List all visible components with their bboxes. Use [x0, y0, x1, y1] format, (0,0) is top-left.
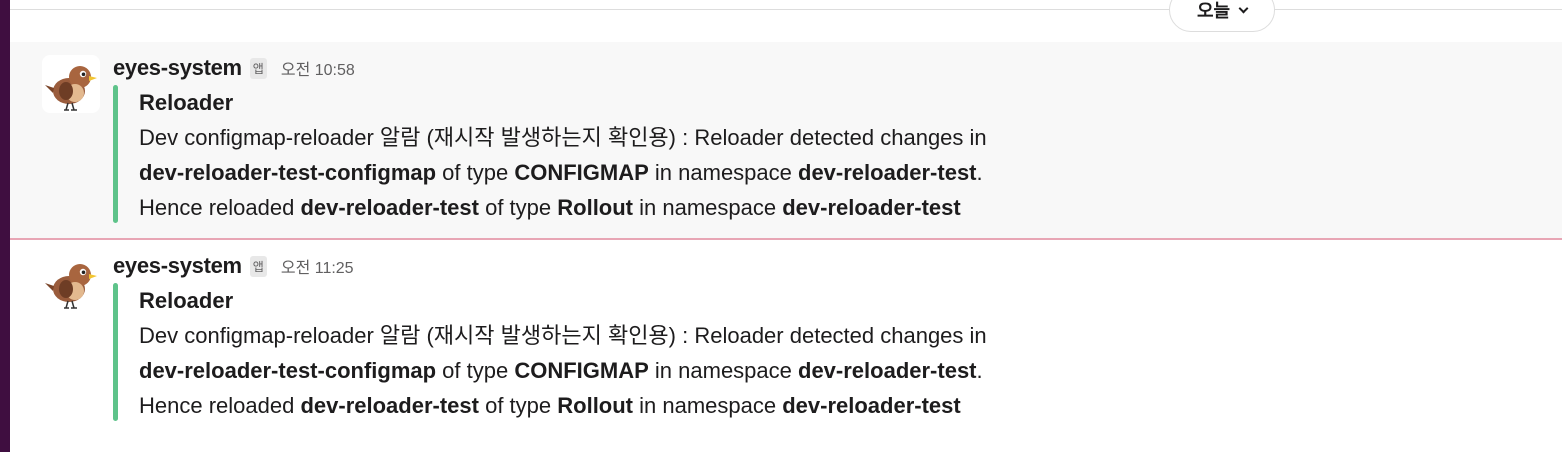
app-badge: 앱: [249, 255, 267, 277]
text-hence: Hence reloaded: [139, 393, 301, 418]
text-in-namespace: in namespace: [648, 160, 798, 185]
text-of-type: of type: [478, 393, 558, 418]
namespace-name: dev-reloader-test: [798, 358, 977, 383]
resource-type: CONFIGMAP: [514, 358, 649, 383]
text-in-namespace: in namespace: [633, 393, 783, 418]
target-type: Rollout: [557, 393, 634, 418]
attachment-color-bar: [113, 85, 118, 223]
text-period: .: [976, 160, 983, 185]
avatar[interactable]: [42, 55, 100, 113]
attachment-title: Reloader: [139, 90, 234, 115]
date-divider: 오늘: [10, 0, 1562, 32]
attachment-line-3: Hence reloaded dev-reloader-test of type…: [139, 388, 1139, 423]
attachment-title: Reloader: [139, 288, 234, 313]
attachment-color-bar: [113, 283, 118, 421]
date-label: 오늘: [1196, 1, 1231, 21]
message-timestamp[interactable]: 오전 11:25: [281, 254, 354, 278]
attachment-body: Reloader Dev configmap-reloader 알람 (재시작 …: [139, 85, 1139, 225]
configmap-name: dev-reloader-test-configmap: [139, 160, 437, 185]
target-name: dev-reloader-test: [300, 393, 479, 418]
attachment-line-1: Dev configmap-reloader 알람 (재시작 발생하는지 확인용…: [139, 125, 987, 150]
message-timestamp[interactable]: 오전 10:58: [281, 56, 355, 80]
app-badge: 앱: [249, 57, 267, 79]
attachment-text: Dev configmap-reloader 알람 (재시작 발생하는지 확인용…: [139, 318, 1139, 423]
attachment-line-2: dev-reloader-test-configmap of type CONF…: [139, 353, 1139, 388]
date-divider-line: [10, 9, 1562, 10]
text-in-namespace: in namespace: [648, 358, 798, 383]
message-header: eyes-system 앱 오전 10:58: [113, 55, 355, 81]
text-in-namespace: in namespace: [633, 195, 783, 220]
chevron-down-icon: [1238, 3, 1249, 13]
attachment-line-2: dev-reloader-test-configmap of type CONF…: [139, 155, 1139, 190]
sender-name[interactable]: eyes-system: [113, 55, 242, 81]
text-hence: Hence reloaded: [139, 195, 301, 220]
attachment-line-3: Hence reloaded dev-reloader-test of type…: [139, 190, 1139, 225]
attachment-line-1: Dev configmap-reloader 알람 (재시작 발생하는지 확인용…: [139, 323, 987, 348]
bird-avatar-icon: [45, 66, 97, 111]
message[interactable]: eyes-system 앱 오전 10:58 Reloader Dev conf…: [10, 42, 1562, 238]
namespace-name: dev-reloader-test: [782, 195, 961, 220]
sender-name[interactable]: eyes-system: [113, 253, 242, 279]
text-of-type: of type: [436, 358, 515, 383]
workspace-sidebar-edge: [0, 0, 10, 452]
attachment-text: Dev configmap-reloader 알람 (재시작 발생하는지 확인용…: [139, 120, 1139, 225]
message-header: eyes-system 앱 오전 11:25: [113, 253, 354, 279]
configmap-name: dev-reloader-test-configmap: [139, 358, 437, 383]
text-of-type: of type: [478, 195, 558, 220]
date-jump-button[interactable]: 오늘: [1169, 0, 1275, 32]
bird-avatar-icon: [45, 264, 97, 309]
message[interactable]: eyes-system 앱 오전 11:25 Reloader Dev conf…: [10, 240, 1562, 436]
target-name: dev-reloader-test: [300, 195, 479, 220]
text-of-type: of type: [436, 160, 515, 185]
namespace-name: dev-reloader-test: [798, 160, 977, 185]
attachment-body: Reloader Dev configmap-reloader 알람 (재시작 …: [139, 283, 1139, 423]
target-type: Rollout: [557, 195, 634, 220]
resource-type: CONFIGMAP: [514, 160, 649, 185]
namespace-name: dev-reloader-test: [782, 393, 961, 418]
text-period: .: [976, 358, 983, 383]
avatar[interactable]: [42, 253, 100, 311]
